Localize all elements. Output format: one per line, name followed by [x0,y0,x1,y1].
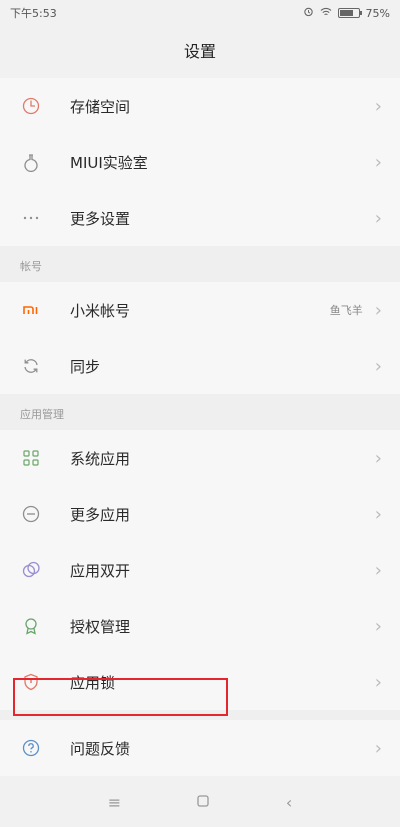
settings-item-more-settings[interactable]: 更多设置 › [0,190,400,246]
group-app-management: 系统应用 › 更多应用 › 应用双开 › 授权管理 › 应用锁 › [0,430,400,710]
settings-list: 存储空间 › MIUI实验室 › 更多设置 › 帐号 小米帐号 鱼飞羊 › 同步… [0,78,400,776]
chevron-right-icon: › [374,615,382,637]
item-label: 授权管理 [70,617,131,636]
group-feedback: 问题反馈 › [0,720,400,776]
status-bar: 下午5:53 75% [0,0,400,26]
settings-item-storage[interactable]: 存储空间 › [0,78,400,134]
chevron-right-icon: › [374,355,382,377]
settings-item-mi-account[interactable]: 小米帐号 鱼飞羊 › [0,282,400,338]
status-time: 下午5:53 [10,7,57,20]
system-nav-bar: ≡ ‹ [0,777,400,827]
more-apps-icon [20,503,42,525]
item-label: 同步 [70,357,101,376]
chevron-right-icon: › [374,671,382,693]
item-label: 应用双开 [70,561,131,580]
section-divider [0,710,400,720]
settings-item-sync[interactable]: 同步 › [0,338,400,394]
page-title: 设置 [183,42,216,61]
status-icons: 75% [303,6,390,20]
more-dots-icon [20,207,42,229]
settings-item-more-apps[interactable]: 更多应用 › [0,486,400,542]
battery-percent: 75% [365,6,390,20]
item-label: 更多应用 [70,505,131,524]
item-label: 系统应用 [70,449,131,468]
group-general: 存储空间 › MIUI实验室 › 更多设置 › [0,78,400,246]
home-icon[interactable] [196,793,210,812]
item-label: 小米帐号 [70,301,131,320]
chevron-right-icon: › [374,151,382,173]
storage-icon [20,95,42,117]
item-label: MIUI实验室 [70,153,148,172]
account-name: 鱼飞羊 [329,304,363,317]
settings-item-feedback[interactable]: 问题反馈 › [0,720,400,776]
wifi-icon [320,7,332,20]
settings-item-dual-apps[interactable]: 应用双开 › [0,542,400,598]
feedback-question-icon [20,737,42,759]
item-label: 更多设置 [70,209,131,228]
mi-logo-icon [20,299,42,321]
section-header-app-management: 应用管理 [0,394,400,430]
chevron-right-icon: › [374,95,382,117]
group-account: 小米帐号 鱼飞羊 › 同步 › [0,282,400,394]
battery-icon [337,8,362,18]
alarm-icon [303,6,314,20]
section-header-account: 帐号 [0,246,400,282]
settings-item-miui-lab[interactable]: MIUI实验室 › [0,134,400,190]
item-label: 问题反馈 [70,739,131,758]
grid-apps-icon [20,447,42,469]
page-title-bar: 设置 [0,26,400,74]
chevron-right-icon: › [374,447,382,469]
sync-icon [20,355,42,377]
chevron-right-icon: › [374,503,382,525]
app-lock-icon [20,671,42,693]
dual-apps-icon [20,559,42,581]
battery-fill [339,10,354,16]
item-label: 应用锁 [70,673,116,692]
settings-item-system-apps[interactable]: 系统应用 › [0,430,400,486]
chevron-right-icon: › [374,299,382,321]
back-icon[interactable]: ‹ [286,793,292,812]
menu-icon[interactable]: ≡ [108,793,121,812]
item-label: 存储空间 [70,97,131,116]
chevron-right-icon: › [374,737,382,759]
settings-item-app-lock[interactable]: 应用锁 › [0,654,400,710]
chevron-right-icon: › [374,559,382,581]
permission-badge-icon [20,615,42,637]
lab-flask-icon [20,151,42,173]
settings-item-permissions[interactable]: 授权管理 › [0,598,400,654]
chevron-right-icon: › [374,207,382,229]
